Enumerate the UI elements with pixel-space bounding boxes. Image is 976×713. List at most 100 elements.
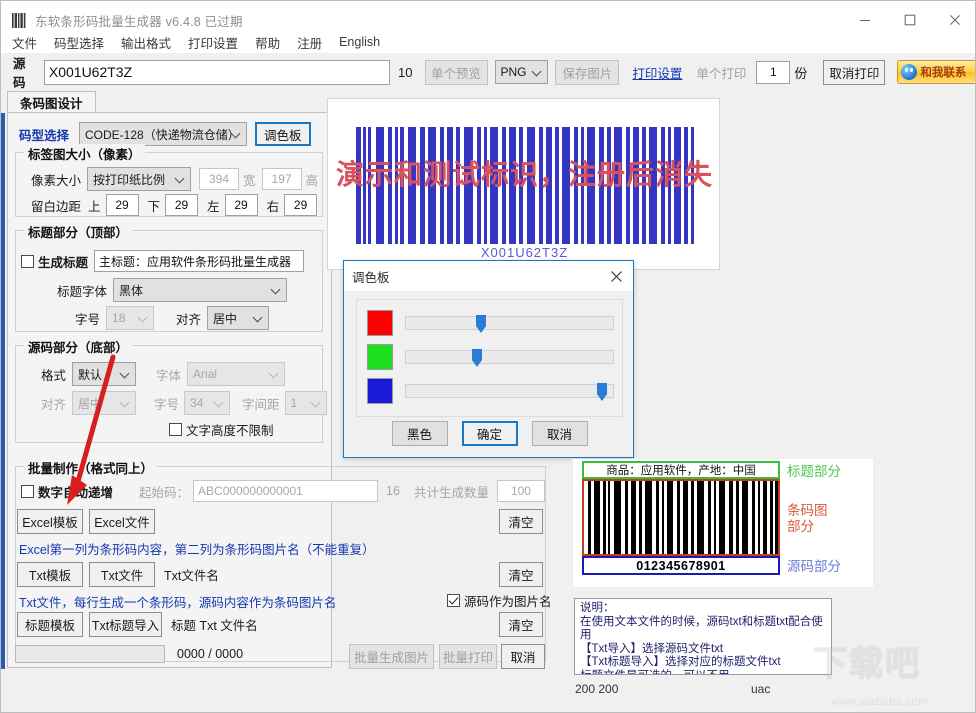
margin-bottom-input[interactable]: 29 [165,194,198,216]
txt-template-button[interactable]: Txt模板 [17,562,83,587]
legend-bar [631,481,636,554]
menu-item-register[interactable]: 注册 [297,31,331,54]
copies-input[interactable] [756,61,790,84]
margin-left-input[interactable]: 29 [225,194,258,216]
source-align-label: 对齐 [41,394,66,413]
instruction-note: 说明： 在使用文本文件的时候，源码txt和标题txt配合使用 【Txt导入】选择… [574,598,832,675]
legend-bar [697,481,704,554]
menu-item-file[interactable]: 文件 [12,31,46,54]
source-format-select[interactable]: 默认 [72,362,136,386]
auto-increment-checkbox[interactable] [21,485,34,498]
site-watermark: 下载吧 www.xiazaiba.com [813,636,969,708]
panel-accent-bar [1,113,5,669]
green-slider-thumb[interactable] [472,349,482,367]
save-image-button[interactable]: 保存图片 [555,60,619,85]
status-numbers: 200 200 [575,682,618,696]
src-as-image-name-checkbox[interactable] [447,594,460,607]
source-size-select[interactable]: 34 [184,391,230,415]
tab-barcode-design[interactable]: 条码图设计 [7,91,96,113]
excel-file-button[interactable]: Excel文件 [89,509,155,534]
contact-me-button[interactable]: 和我联系 [897,60,976,84]
unlimited-height-checkbox[interactable] [169,423,182,436]
legend-bar [691,481,694,554]
blue-slider-thumb[interactable] [597,383,607,401]
total-count-label: 共计生成数量 [414,482,489,501]
blue-slider[interactable] [405,384,614,398]
label-width-input[interactable]: 394 [199,168,239,190]
excel-clear-button[interactable]: 清空 [499,509,543,534]
red-slider[interactable] [405,316,614,330]
txt-clear-button[interactable]: 清空 [499,562,543,587]
progress-text: 0000 / 0000 [177,647,243,661]
start-code-label: 起始码： [139,482,189,501]
palette-ok-button[interactable]: 确定 [462,421,518,446]
legend-bar [775,481,778,554]
source-spacing-select[interactable]: 1 [285,391,327,415]
menu-item-printsetup[interactable]: 打印设置 [188,31,247,54]
preview-barcode-value: X001U62T3Z [328,245,720,260]
qq-penguin-icon [901,64,917,80]
code-type-select[interactable]: CODE-128（快递物流仓储） [79,122,247,146]
palette-sliders [356,299,623,417]
window-title: 东软条形码批量生成器 v6.4.8 已过期 [35,11,243,30]
source-section-group-title: 源码部分（底部） [24,337,132,356]
legend-bar [758,481,760,554]
legend-bar [614,481,621,554]
title-clear-button[interactable]: 清空 [499,612,543,637]
source-align-select[interactable]: 居中 [72,391,136,415]
preview-single-button[interactable]: 单个预览 [425,60,488,85]
red-slider-thumb[interactable] [476,315,486,333]
label-size-group-title: 标签图大小（像素） [24,144,145,163]
palette-dialog-buttons: 黑色 确定 取消 [344,421,635,446]
palette-cancel-button[interactable]: 取消 [532,421,588,446]
batch-print-button[interactable]: 批量打印 [439,644,497,669]
application-window: 东软条形码批量生成器 v6.4.8 已过期 文件 码型选择 输出格式 打印设置 … [0,0,976,713]
source-code-input[interactable] [44,60,390,85]
menu-item-codetype[interactable]: 码型选择 [54,31,113,54]
total-count-input[interactable]: 100 [497,480,545,502]
legend-title-box: 商品：应用软件，产地：中国 [582,461,780,479]
site-watermark-logo: 下载吧 [813,636,969,685]
green-slider[interactable] [405,350,614,364]
red-channel-row [367,310,614,336]
margin-left-label: 左 [207,196,220,215]
label-height-input[interactable]: 197 [262,168,302,190]
legend-bar [742,481,748,554]
margin-right-input[interactable]: 29 [284,194,317,216]
generate-title-row: 生成标题 主标题：应用软件条形码批量生成器 [21,250,304,272]
margin-top-input[interactable]: 29 [106,194,139,216]
title-align-select[interactable]: 居中 [207,306,269,330]
start-code-input[interactable]: ABC000000000001 [193,480,378,502]
legend-bar [603,481,606,554]
palette-black-button[interactable]: 黑色 [392,421,448,446]
batch-cancel-button[interactable]: 取消 [501,644,545,669]
cancel-print-button[interactable]: 取消打印 [823,60,885,85]
title-font-select[interactable]: 黑体 [113,278,287,302]
code-type-label: 码型选择 [19,125,69,144]
legend-bars [584,481,778,554]
title-text-input[interactable]: 主标题：应用软件条形码批量生成器 [94,250,304,272]
generate-title-checkbox[interactable] [21,255,34,268]
batch-group-title: 批量制作（格式同上） [24,458,157,477]
title-template-button[interactable]: 标题模板 [17,612,83,637]
menu-item-english[interactable]: English [339,33,389,51]
excel-template-button[interactable]: Excel模板 [17,509,83,534]
print-settings-link[interactable]: 打印设置 [632,63,682,82]
blue-swatch [367,378,393,404]
legend-bar [656,481,659,554]
menu-item-outformat[interactable]: 输出格式 [121,31,180,54]
txt-file-button[interactable]: Txt文件 [89,562,155,587]
source-font-select[interactable]: Arial [187,362,285,386]
source-format-label: 格式 [41,365,66,384]
batch-generate-button[interactable]: 批量生成图片 [349,644,434,669]
close-icon[interactable] [599,261,633,291]
output-format-select[interactable]: PNG [495,60,549,84]
pixel-size-select[interactable]: 按打印纸比例 [87,167,191,191]
title-size-select[interactable]: 18 [106,306,154,330]
print-single-button[interactable]: 单个打印 [690,60,752,85]
txt-title-import-button[interactable]: Txt标题导入 [89,612,162,637]
menu-item-help[interactable]: 帮助 [255,31,289,54]
title-section-group-title: 标题部分（顶部） [24,222,132,241]
palette-button[interactable]: 调色板 [255,122,311,146]
source-spacing-label: 字间距 [242,394,280,413]
